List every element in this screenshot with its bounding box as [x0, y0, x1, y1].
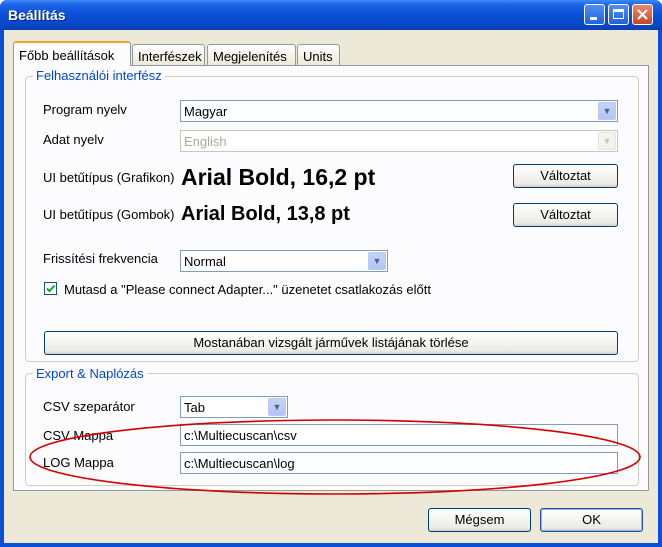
tab-units[interactable]: Units	[297, 44, 340, 65]
log-folder-input[interactable]	[181, 453, 617, 473]
ok-button[interactable]: OK	[540, 508, 643, 532]
maximize-icon	[613, 9, 624, 19]
log-folder-field[interactable]	[180, 452, 618, 474]
close-icon	[637, 9, 648, 20]
adapter-checkbox[interactable]	[44, 282, 57, 295]
chevron-down-icon[interactable]: ▼	[268, 398, 286, 416]
log-folder-label: LOG Mappa	[43, 455, 114, 470]
refresh-value: Normal	[184, 254, 226, 269]
csv-separator-select[interactable]: Tab ▼	[180, 396, 288, 418]
dialog-client: Főbb beállítások Interfészek Megjeleníté…	[4, 30, 658, 543]
settings-window: Beállítás Főbb beállítások Interfészek M…	[0, 0, 662, 547]
csv-folder-field[interactable]	[180, 424, 618, 446]
export-group-title: Export & Naplózás	[33, 366, 147, 381]
title-bar[interactable]: Beállítás	[0, 0, 662, 30]
tab-interfaces[interactable]: Interfészek	[132, 44, 205, 65]
program-language-label: Program nyelv	[43, 102, 127, 117]
data-language-value: English	[184, 134, 227, 149]
change-buttons-font-button[interactable]: Változtat	[513, 203, 618, 227]
data-language-label: Adat nyelv	[43, 132, 104, 147]
change-chart-font-button[interactable]: Változtat	[513, 164, 618, 188]
checkmark-icon	[46, 284, 56, 293]
chevron-down-icon[interactable]: ▼	[598, 102, 616, 120]
font-buttons-label: UI betűtípus (Gombok)	[43, 207, 175, 222]
font-chart-label: UI betűtípus (Grafikon)	[43, 170, 175, 185]
tab-display[interactable]: Megjelenítés	[207, 44, 296, 65]
program-language-select[interactable]: Magyar ▼	[180, 100, 618, 122]
minimize-button[interactable]	[584, 4, 605, 25]
csv-folder-input[interactable]	[181, 425, 617, 445]
data-language-select[interactable]: English ▼	[180, 130, 618, 152]
adapter-checkbox-label[interactable]: Mutasd a "Please connect Adapter..." üze…	[64, 282, 431, 297]
font-chart-preview: Arial Bold, 16,2 pt	[181, 164, 376, 190]
cancel-button[interactable]: Mégsem	[428, 508, 531, 532]
window-title: Beállítás	[8, 7, 66, 23]
csv-folder-label: CSV Mappa	[43, 428, 114, 443]
minimize-icon	[590, 17, 597, 20]
refresh-select[interactable]: Normal ▼	[180, 250, 388, 272]
csv-separator-value: Tab	[184, 400, 205, 415]
chevron-down-icon[interactable]: ▼	[368, 252, 386, 270]
clear-recent-vehicles-button[interactable]: Mostanában vizsgált járművek listájának …	[44, 331, 618, 355]
font-buttons-preview: Arial Bold, 13,8 pt	[181, 203, 350, 225]
chevron-down-icon[interactable]: ▼	[598, 132, 616, 150]
refresh-label: Frissítési frekvencia	[43, 251, 158, 266]
tab-panel: Felhasználói interfész Program nyelv Mag…	[13, 65, 649, 491]
tab-main-settings[interactable]: Főbb beállítások	[13, 41, 131, 66]
maximize-button[interactable]	[608, 4, 629, 25]
close-button[interactable]	[632, 4, 653, 25]
program-language-value: Magyar	[184, 104, 228, 119]
csv-separator-label: CSV szeparátor	[43, 399, 135, 414]
ui-group-title: Felhasználói interfész	[33, 68, 165, 83]
